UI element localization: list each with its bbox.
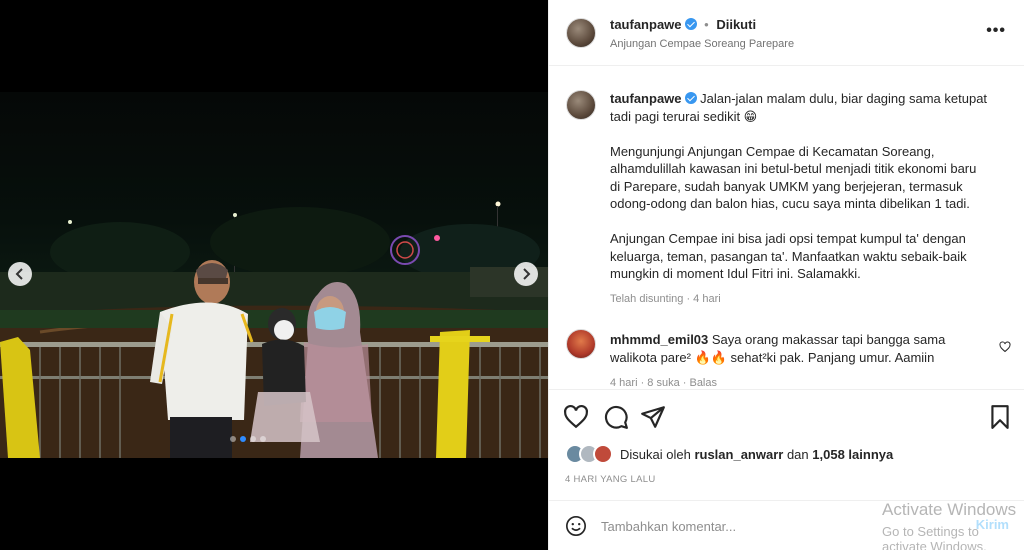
carousel-dot [230,436,236,442]
liker-avatar [593,444,613,464]
post-media [0,0,548,550]
post-header: taufanpawe • Diikuti Anjungan Cempae Sor… [549,0,1024,66]
caption-text: taufanpawe Jalan-jalan malam dulu, biar … [610,90,990,300]
share-paper-plane-icon[interactable] [640,404,666,430]
verified-badge-icon [684,92,697,104]
comment-meta[interactable]: 4 hari · 8 suka · Balas [610,377,717,389]
emoji-smiley-icon[interactable] [565,515,587,537]
add-comment-bar: Kirim [549,500,1024,550]
verified-badge-icon [684,18,697,30]
likes-prefix: Disukai oleh [620,447,691,462]
carousel-dot [250,436,256,442]
comments-scroll-area[interactable]: taufanpawe Jalan-jalan malam dulu, biar … [549,67,1024,389]
caption-paragraph-3: Anjungan Cempae ini bisa jadi opsi tempa… [610,231,967,281]
caption-paragraph-2: Mengunjungi Anjungan Cempae di Kecamatan… [610,143,977,212]
comment-bubble-icon[interactable] [603,404,629,430]
action-bar [549,389,1024,443]
post-details-panel: taufanpawe • Diikuti Anjungan Cempae Sor… [548,0,1024,550]
next-slide-button[interactable] [514,262,538,286]
chevron-left-icon [15,268,23,280]
following-button[interactable]: Diikuti [716,17,756,32]
liker-username[interactable]: ruslan_anwarr [694,447,783,462]
header-line: taufanpawe • Diikuti [610,17,756,32]
likes-conjunction: dan [786,447,809,462]
post-comment-button[interactable]: Kirim [976,517,1009,532]
author-avatar[interactable] [566,18,596,48]
commenter-username[interactable]: mhmmd_emil03 [610,332,708,347]
caption-edited-time: Telah disunting · 4 hari [610,293,721,305]
separator-dot: • [704,17,709,32]
carousel-indicators [230,436,266,442]
comment-text: mhmmd_emil03 Saya orang makassar tapi ba… [610,331,970,366]
post-timestamp[interactable]: 4 HARI YANG LALU [565,474,656,485]
comment-input[interactable] [601,515,881,537]
author-username[interactable]: taufanpawe [610,17,682,32]
carousel-dot-active [240,436,246,442]
post-location[interactable]: Anjungan Cempae Soreang Parepare [610,38,794,50]
night-park-photo [0,201,548,458]
caption-author-avatar[interactable] [566,90,596,120]
more-options-icon[interactable]: ••• [986,22,1006,40]
carousel-dot [260,436,266,442]
like-heart-icon[interactable] [563,404,589,430]
instagram-post-modal: taufanpawe • Diikuti Anjungan Cempae Sor… [0,0,1024,550]
likes-count[interactable]: 1,058 lainnya [812,447,893,462]
commenter-avatar[interactable] [566,329,596,359]
likes-text: Disukai oleh ruslan_anwarr dan 1,058 lai… [620,447,893,462]
post-photo[interactable] [0,92,548,458]
comment-like-heart-icon[interactable] [999,341,1011,353]
previous-slide-button[interactable] [8,262,32,286]
save-bookmark-icon[interactable] [987,404,1013,430]
caption-username[interactable]: taufanpawe [610,91,682,106]
chevron-right-icon [523,268,531,280]
